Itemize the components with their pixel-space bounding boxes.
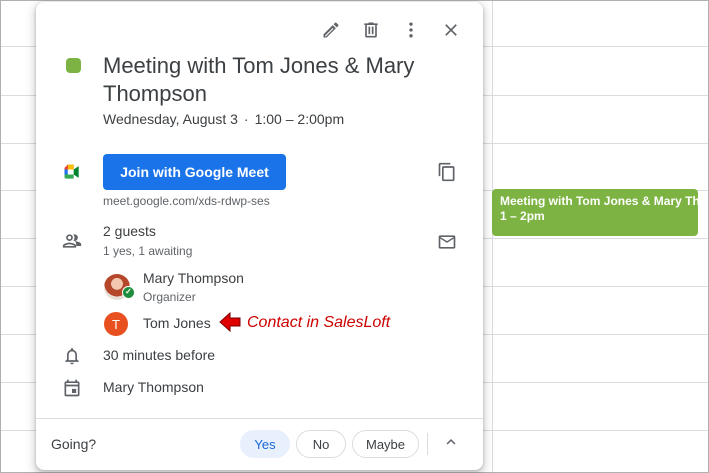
delete-icon <box>361 20 381 45</box>
avatar: T <box>104 312 128 336</box>
mail-icon <box>437 235 457 256</box>
close-button[interactable] <box>435 16 467 48</box>
datetime-separator: · <box>243 111 249 127</box>
guest-name[interactable]: Tom Jones <box>143 315 211 331</box>
event-datetime: Wednesday, August 3 · 1:00 – 2:00pm <box>103 111 344 127</box>
guest-count: 2 guests <box>103 223 156 239</box>
event-date: Wednesday, August 3 <box>103 111 238 127</box>
rsvp-maybe-button[interactable]: Maybe <box>352 430 419 458</box>
calendar-owner: Mary Thompson <box>103 379 204 395</box>
annotation-label: Contact in SalesLoft <box>247 314 391 331</box>
rsvp-prompt: Going? <box>51 436 97 452</box>
event-chip-title: Meeting with Tom Jones & Mary Thompson <box>500 194 698 208</box>
event-color-swatch <box>66 58 81 73</box>
chevron-up-icon <box>442 433 460 456</box>
rsvp-footer: Going? Yes No Maybe <box>36 418 483 470</box>
bell-icon <box>62 346 82 366</box>
rsvp-yes-button[interactable]: Yes <box>240 430 290 458</box>
guest-role: Organizer <box>143 290 196 304</box>
calendar-event-chip[interactable]: Meeting with Tom Jones & Mary Thompson 1… <box>492 189 698 236</box>
expand-rsvp-button[interactable] <box>438 431 464 457</box>
guest-response-summary: 1 yes, 1 awaiting <box>103 244 193 258</box>
edit-icon <box>321 20 341 45</box>
event-time: 1:00 – 2:00pm <box>254 111 345 127</box>
meet-link[interactable]: meet.google.com/xds-rdwp-ses <box>103 194 270 208</box>
more-options-icon <box>401 20 421 45</box>
join-meet-button[interactable]: Join with Google Meet <box>103 154 286 190</box>
edit-button[interactable] <box>315 16 347 48</box>
footer-divider <box>427 433 428 455</box>
google-meet-icon <box>62 162 82 182</box>
accepted-check-icon: ✓ <box>122 286 135 299</box>
close-icon <box>441 20 461 45</box>
grid-column-line <box>492 1 493 472</box>
popup-toolbar <box>315 16 467 48</box>
more-options-button[interactable] <box>395 16 427 48</box>
email-guests-button[interactable] <box>437 232 461 256</box>
calendar-icon <box>62 378 82 398</box>
people-icon <box>62 231 82 251</box>
copy-link-button[interactable] <box>437 162 461 186</box>
event-chip-time: 1 – 2pm <box>500 209 545 223</box>
red-arrow-icon <box>219 311 241 333</box>
event-detail-popup: Meeting with Tom Jones & Mary Thompson W… <box>36 2 483 470</box>
event-title: Meeting with Tom Jones & Mary Thompson <box>103 53 415 106</box>
copy-icon <box>437 162 457 186</box>
delete-button[interactable] <box>355 16 387 48</box>
rsvp-no-button[interactable]: No <box>296 430 346 458</box>
guest-name[interactable]: Mary Thompson <box>143 270 244 286</box>
reminder-text: 30 minutes before <box>103 347 216 363</box>
